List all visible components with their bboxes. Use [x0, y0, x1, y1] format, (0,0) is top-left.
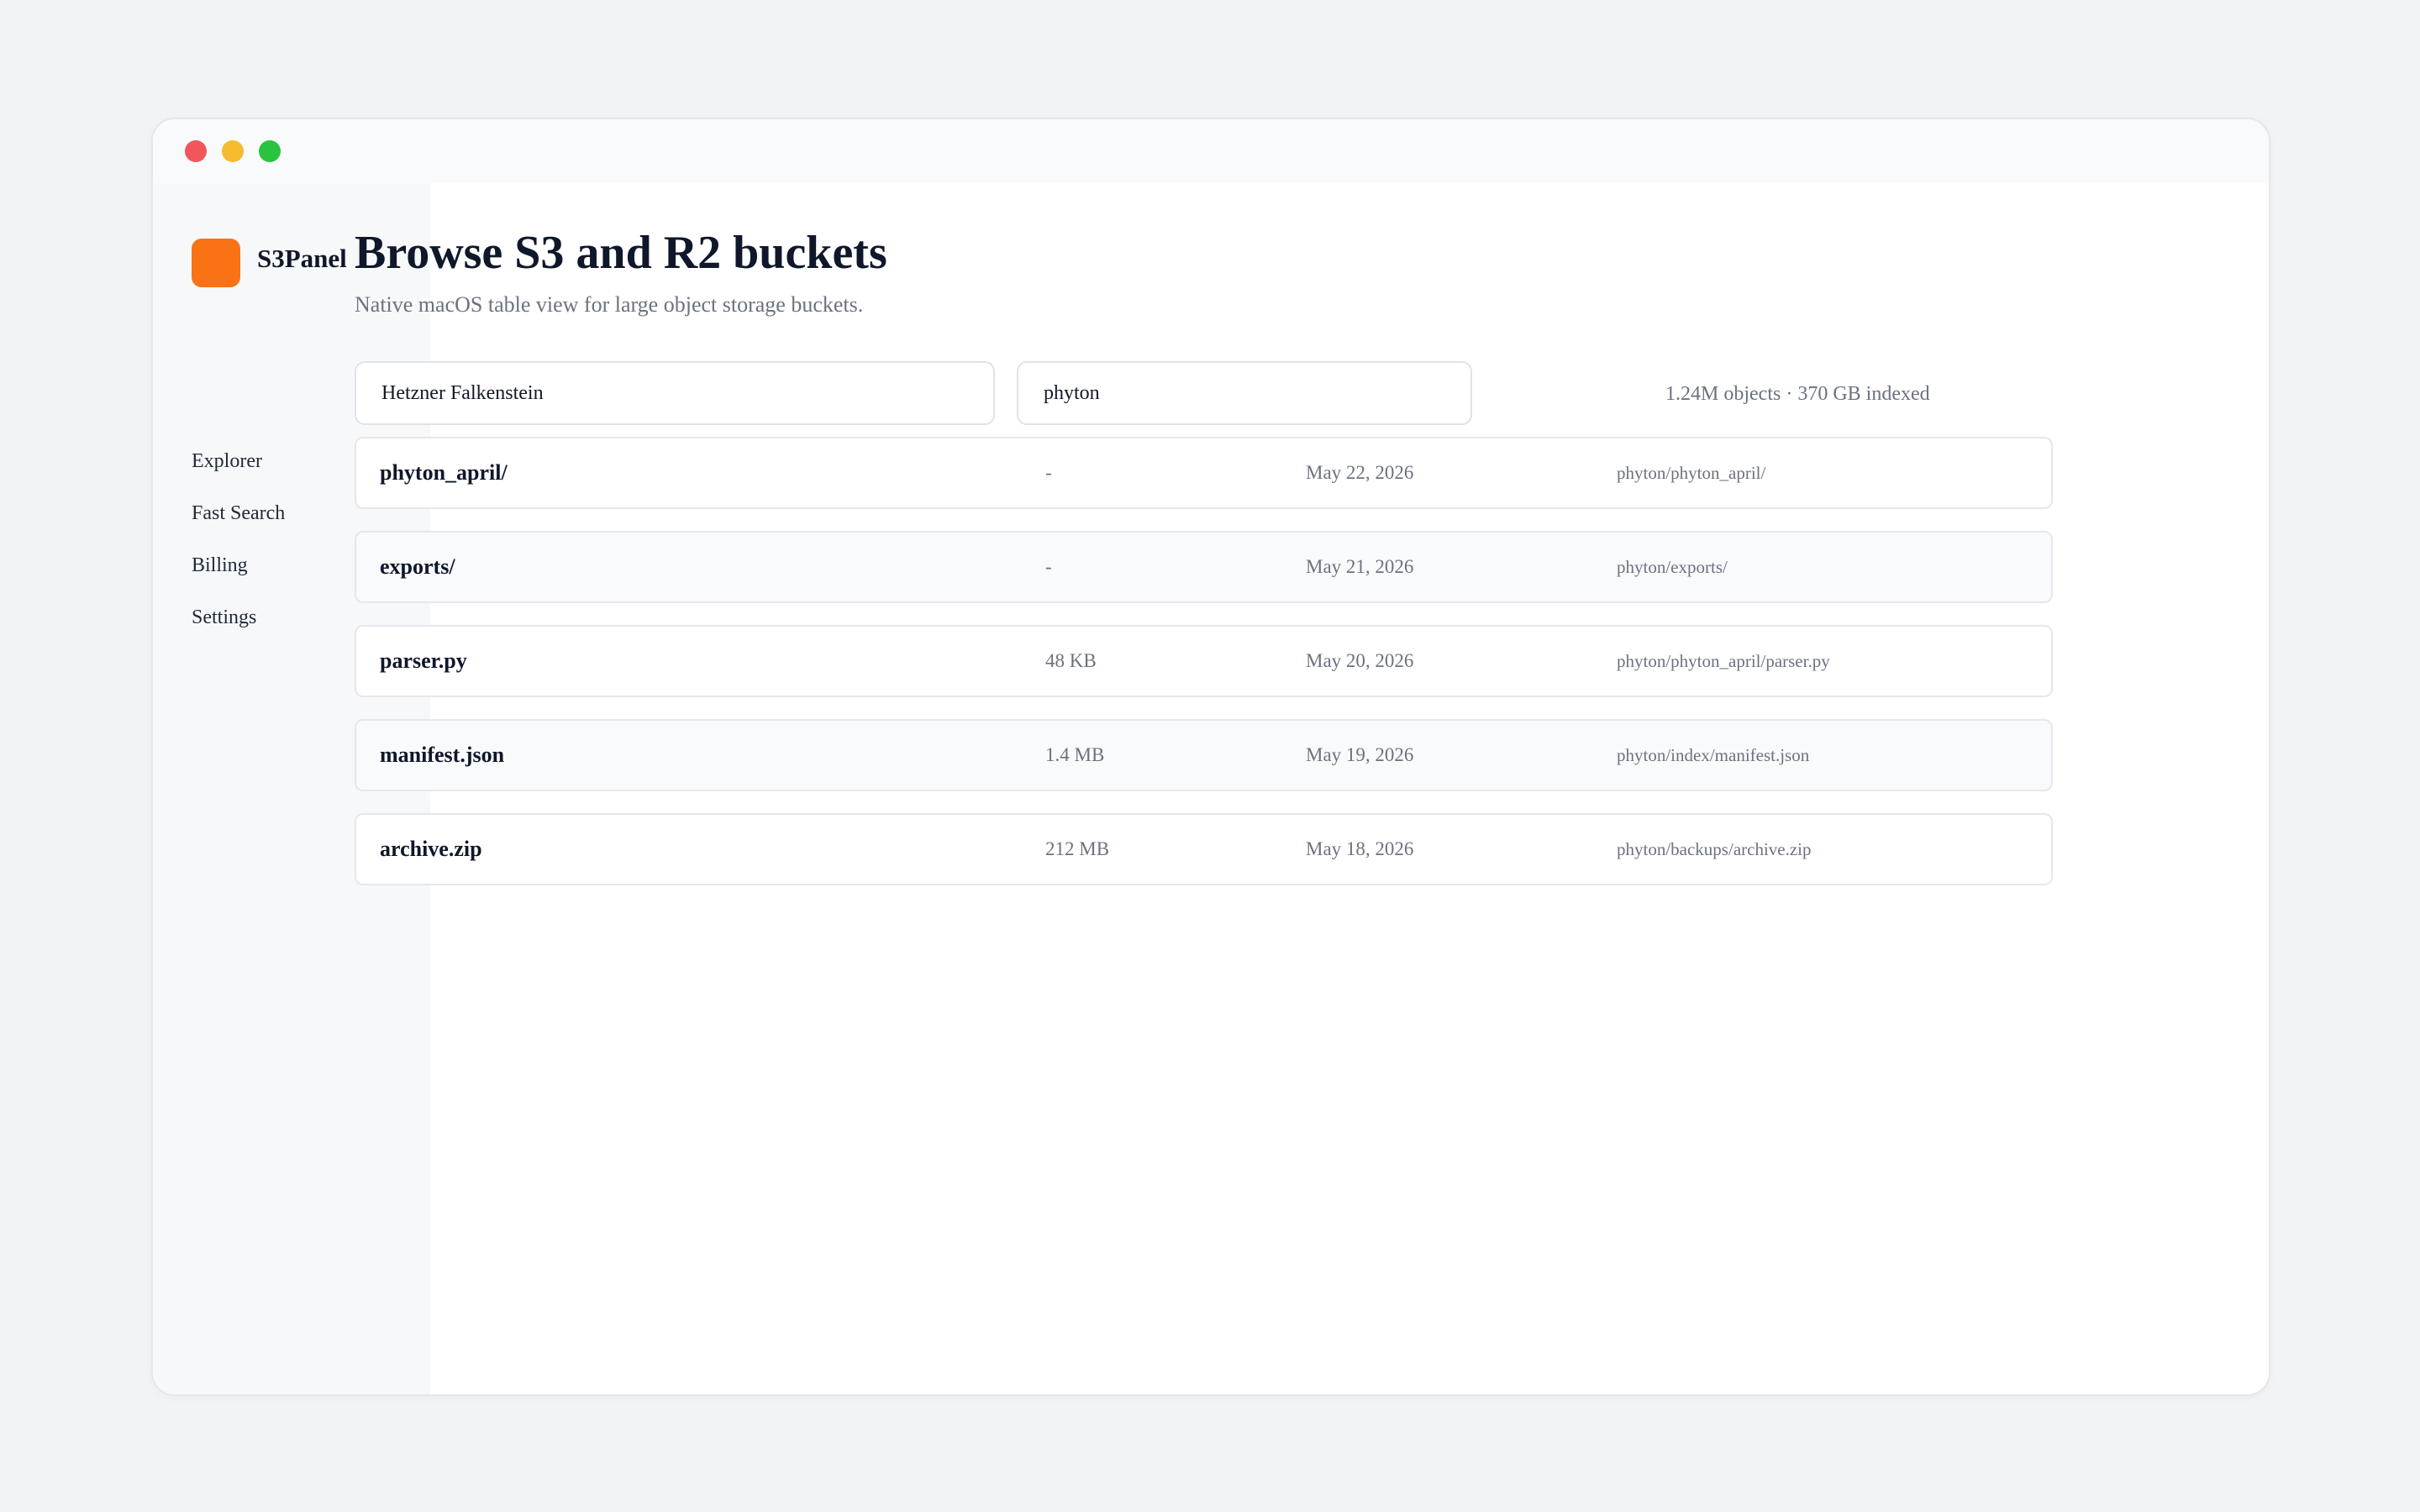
search-input[interactable] [1017, 361, 1472, 425]
sidebar-item-fast-search[interactable]: Fast Search [192, 502, 285, 525]
sidebar-item-settings[interactable]: Settings [192, 606, 256, 629]
table-row[interactable]: parser.py 48 KB May 20, 2026 phyton/phyt… [355, 625, 2053, 697]
object-size: - [1045, 556, 1052, 577]
sidebar-item-explorer[interactable]: Explorer [192, 450, 262, 473]
close-window-button[interactable] [185, 140, 207, 162]
page-subtitle: Native macOS table view for large object… [355, 292, 864, 317]
object-path: phyton/phyton_april/ [1617, 463, 1766, 483]
object-size: 1.4 MB [1045, 744, 1105, 765]
object-modified-date: May 20, 2026 [1306, 650, 1414, 671]
object-path: phyton/exports/ [1617, 557, 1728, 577]
app-window: Explorer Fast Search Billing Settings S3… [151, 118, 2270, 1396]
object-size: - [1045, 462, 1052, 483]
table-row[interactable]: archive.zip 212 MB May 18, 2026 phyton/b… [355, 813, 2053, 885]
object-name: manifest.json [380, 743, 505, 767]
object-modified-date: May 22, 2026 [1306, 462, 1414, 483]
object-name: exports/ [380, 554, 455, 579]
table-row[interactable]: phyton_april/ - May 22, 2026 phyton/phyt… [355, 437, 2053, 509]
object-modified-date: May 21, 2026 [1306, 556, 1414, 577]
object-size: 212 MB [1045, 838, 1110, 859]
object-path: phyton/phyton_april/parser.py [1617, 651, 1830, 671]
table-row[interactable]: exports/ - May 21, 2026 phyton/exports/ [355, 531, 2053, 603]
provider-field[interactable] [355, 361, 995, 425]
app-name: S3Panel [257, 244, 347, 273]
app-logo-icon [192, 239, 240, 287]
table-row[interactable]: manifest.json 1.4 MB May 19, 2026 phyton… [355, 719, 2053, 791]
zoom-window-button[interactable] [259, 140, 281, 162]
object-name: parser.py [380, 648, 467, 673]
index-stats: 1.24M objects · 370 GB indexed [1665, 383, 1930, 405]
object-size: 48 KB [1045, 650, 1097, 671]
object-name: phyton_april/ [380, 460, 508, 485]
sidebar-item-billing[interactable]: Billing [192, 554, 248, 577]
object-path: phyton/index/manifest.json [1617, 745, 1810, 765]
page-title: Browse S3 and R2 buckets [355, 227, 887, 279]
minimize-window-button[interactable] [222, 140, 244, 162]
object-modified-date: May 19, 2026 [1306, 744, 1414, 765]
titlebar [153, 119, 2269, 183]
object-path: phyton/backups/archive.zip [1617, 839, 1812, 859]
object-modified-date: May 18, 2026 [1306, 838, 1414, 859]
object-name: archive.zip [380, 837, 482, 861]
